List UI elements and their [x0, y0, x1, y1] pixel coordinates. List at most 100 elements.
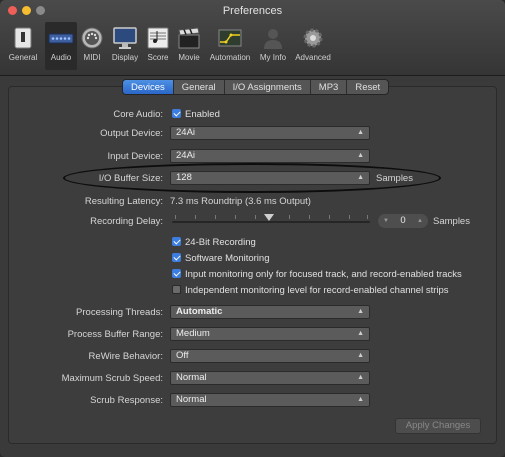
checkbox-label: Software Monitoring [185, 253, 270, 264]
toolbar-item-automation[interactable]: Automation [206, 22, 254, 70]
updown-arrows-icon: ▲ [357, 330, 364, 337]
automation-icon [218, 29, 242, 47]
window-title: Preferences [222, 5, 283, 17]
toolbar-label-midi: MIDI [83, 53, 101, 62]
processing-threads-label: Processing Threads: [76, 307, 163, 318]
checkbox-unchecked-icon [172, 285, 181, 294]
title-bar: Preferences General Audio MIDI Display S… [0, 0, 505, 76]
checkbox-software-monitoring[interactable]: Software Monitoring [172, 253, 269, 264]
maximum-scrub-speed-value: Normal [176, 372, 207, 383]
score-icon [147, 27, 169, 49]
recording-delay-slider[interactable] [172, 221, 370, 223]
recording-delay-label: Recording Delay: [90, 216, 163, 227]
checkbox-checked-icon [172, 237, 181, 246]
toolbar-label-my-info: My Info [259, 53, 287, 62]
toolbar-item-general[interactable]: General [3, 22, 43, 70]
slider-tick [349, 215, 350, 219]
clapperboard-icon [178, 27, 200, 49]
process-buffer-range-label: Process Buffer Range: [67, 329, 163, 340]
checkbox-checked-icon [172, 269, 181, 278]
checkbox-label: Independent monitoring level for record-… [185, 285, 449, 296]
core-audio-enabled-checkbox[interactable]: Enabled [172, 109, 220, 120]
toolbar-item-audio[interactable]: Audio [45, 22, 77, 70]
rewire-behavior-value: Off [176, 350, 189, 361]
tab-general[interactable]: General [174, 80, 225, 94]
checkbox-24-bit-recording[interactable]: 24-Bit Recording [172, 237, 256, 248]
toolbar-label-audio: Audio [50, 53, 72, 62]
checkbox-label: 24-Bit Recording [185, 237, 256, 248]
checkbox-independent-monitoring-level[interactable]: Independent monitoring level for record-… [172, 285, 449, 296]
rewire-behavior-label: ReWire Behavior: [88, 351, 163, 362]
slider-tick [175, 215, 176, 219]
processing-threads-popup[interactable]: Automatic ▲ [170, 305, 370, 319]
slider-tick [309, 215, 310, 219]
slider-tick [367, 215, 368, 219]
core-audio-label: Core Audio: [113, 109, 163, 120]
updown-arrows-icon: ▲ [357, 308, 364, 315]
toolbar-label-movie: Movie [178, 53, 200, 62]
recording-delay-value: 0 [400, 215, 406, 226]
process-buffer-range-popup[interactable]: Medium ▲ [170, 327, 370, 341]
scrub-response-label: Scrub Response: [90, 395, 163, 406]
processing-threads-value: Automatic [176, 306, 223, 317]
output-device-popup[interactable]: 24Ai ▲ [170, 126, 370, 140]
tab-bar: Devices General I/O Assignments MP3 Rese… [122, 79, 390, 95]
toolbar-label-advanced: Advanced [295, 53, 331, 62]
apply-changes-button[interactable]: Apply Changes [395, 418, 481, 434]
input-device-label: Input Device: [107, 151, 163, 162]
slider-tick [289, 215, 290, 219]
io-buffer-size-unit: Samples [376, 173, 413, 184]
scrub-response-popup[interactable]: Normal ▲ [170, 393, 370, 407]
output-device-label: Output Device: [100, 128, 163, 139]
toolbar-item-midi[interactable]: MIDI [79, 22, 105, 70]
updown-arrows-icon: ▲ [357, 174, 364, 181]
toolbar-item-my-info[interactable]: My Info [256, 22, 290, 70]
core-audio-enabled-label: Enabled [185, 109, 220, 120]
increment-arrow-icon[interactable]: ▲ [417, 214, 423, 228]
process-buffer-range-value: Medium [176, 328, 210, 339]
midi-port-icon [81, 27, 103, 49]
toolbar-item-score[interactable]: Score [144, 22, 172, 70]
maximum-scrub-speed-popup[interactable]: Normal ▲ [170, 371, 370, 385]
io-buffer-size-value: 128 [176, 172, 192, 183]
checkbox-input-monitoring-focused[interactable]: Input monitoring only for focused track,… [172, 269, 462, 280]
recording-delay-unit: Samples [433, 216, 470, 227]
updown-arrows-icon: ▲ [357, 374, 364, 381]
rewire-behavior-popup[interactable]: Off ▲ [170, 349, 370, 363]
recording-delay-slider-thumb[interactable] [264, 214, 274, 221]
preferences-window: Preferences General Audio MIDI Display S… [0, 0, 505, 457]
gear-icon [303, 28, 323, 48]
tab-mp3[interactable]: MP3 [311, 80, 348, 94]
maximum-scrub-speed-label: Maximum Scrub Speed: [61, 373, 163, 384]
io-buffer-size-label: I/O Buffer Size: [98, 173, 163, 184]
toolbar-label-display: Display [111, 53, 139, 62]
monitor-icon [113, 27, 137, 49]
input-device-value: 24Ai [176, 150, 196, 161]
recording-delay-stepper[interactable]: ▼ 0 ▲ [378, 214, 428, 228]
checkbox-checked-icon [172, 253, 181, 262]
toolbar-item-movie[interactable]: Movie [173, 22, 205, 70]
updown-arrows-icon: ▲ [357, 129, 364, 136]
updown-arrows-icon: ▲ [357, 396, 364, 403]
slider-tick [255, 215, 256, 219]
person-icon [264, 29, 282, 49]
io-buffer-size-popup[interactable]: 128 ▲ [170, 171, 370, 185]
tab-devices[interactable]: Devices [123, 80, 174, 94]
slider-tick [235, 215, 236, 219]
checkbox-checked-icon [172, 109, 181, 118]
resulting-latency-value: 7.3 ms Roundtrip (3.6 ms Output) [170, 196, 311, 207]
toolbar-label-score: Score [147, 53, 169, 62]
tab-reset[interactable]: Reset [347, 80, 388, 94]
tab-io-assignments[interactable]: I/O Assignments [225, 80, 311, 94]
audio-interface-icon [48, 33, 74, 44]
toolbar-item-advanced[interactable]: Advanced [292, 22, 334, 70]
toolbar-item-display[interactable]: Display [107, 22, 143, 70]
slider-tick [195, 215, 196, 219]
toolbar-label-general: General [8, 53, 38, 62]
scrub-response-value: Normal [176, 394, 207, 405]
slider-tick [329, 215, 330, 219]
decrement-arrow-icon[interactable]: ▼ [383, 214, 389, 228]
toolbar-label-automation: Automation [209, 53, 251, 62]
switch-icon [14, 27, 32, 49]
input-device-popup[interactable]: 24Ai ▲ [170, 149, 370, 163]
